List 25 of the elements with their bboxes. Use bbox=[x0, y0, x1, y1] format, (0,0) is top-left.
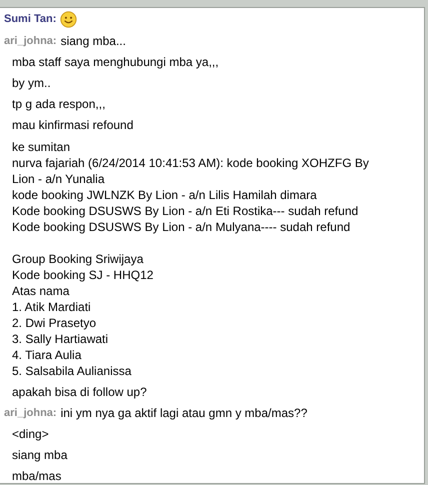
message-text: Atas nama bbox=[12, 283, 70, 299]
message-text: Kode booking SJ - HHQ12 bbox=[12, 267, 154, 283]
sender-name: ari_johna: bbox=[4, 34, 57, 49]
message-text: siang mba bbox=[12, 448, 68, 462]
message-text: mba/mas bbox=[12, 469, 62, 483]
message-text: 4. Tiara Aulia bbox=[12, 347, 82, 363]
message-text: 2. Dwi Prasetyo bbox=[12, 315, 98, 331]
message-text: Kode booking DSUSWS By Lion - a/n Mulyana---- sudah refund bbox=[12, 219, 352, 235]
message-text: <ding> bbox=[12, 427, 49, 441]
message-text: apakah bisa di follow up? bbox=[12, 385, 147, 399]
message-text: siang mba... bbox=[60, 34, 126, 49]
sender-name: Sumi Tan: bbox=[4, 12, 56, 27]
message-text: Group Booking Sriwijaya bbox=[12, 251, 144, 267]
message-text: 1. Atik Mardiati bbox=[12, 299, 92, 315]
message-text: 3. Sally Hartiawati bbox=[12, 331, 110, 347]
message-text: 5. Salsabila Aulianissa bbox=[12, 363, 132, 379]
sender-name: ari_johna: bbox=[4, 406, 57, 421]
message-text: kode booking JWLNZK By Lion - a/n Lilis Hamilah dimara bbox=[12, 187, 318, 203]
message-text: tp g ada respon,,, bbox=[12, 97, 106, 111]
message-text: ke sumitan bbox=[12, 139, 72, 155]
message-text: by ym.. bbox=[12, 76, 51, 90]
message-text: mba staff saya menghubungi mba ya,,, bbox=[12, 55, 219, 69]
message-text: ini ym nya ga aktif lagi atau gmn y mba/mas?? bbox=[60, 406, 308, 421]
message-text: mau kinfirmasi refound bbox=[12, 118, 134, 132]
message-text: Kode booking DSUSWS By Lion - a/n Eti Rostika--- sudah refund bbox=[12, 203, 360, 219]
